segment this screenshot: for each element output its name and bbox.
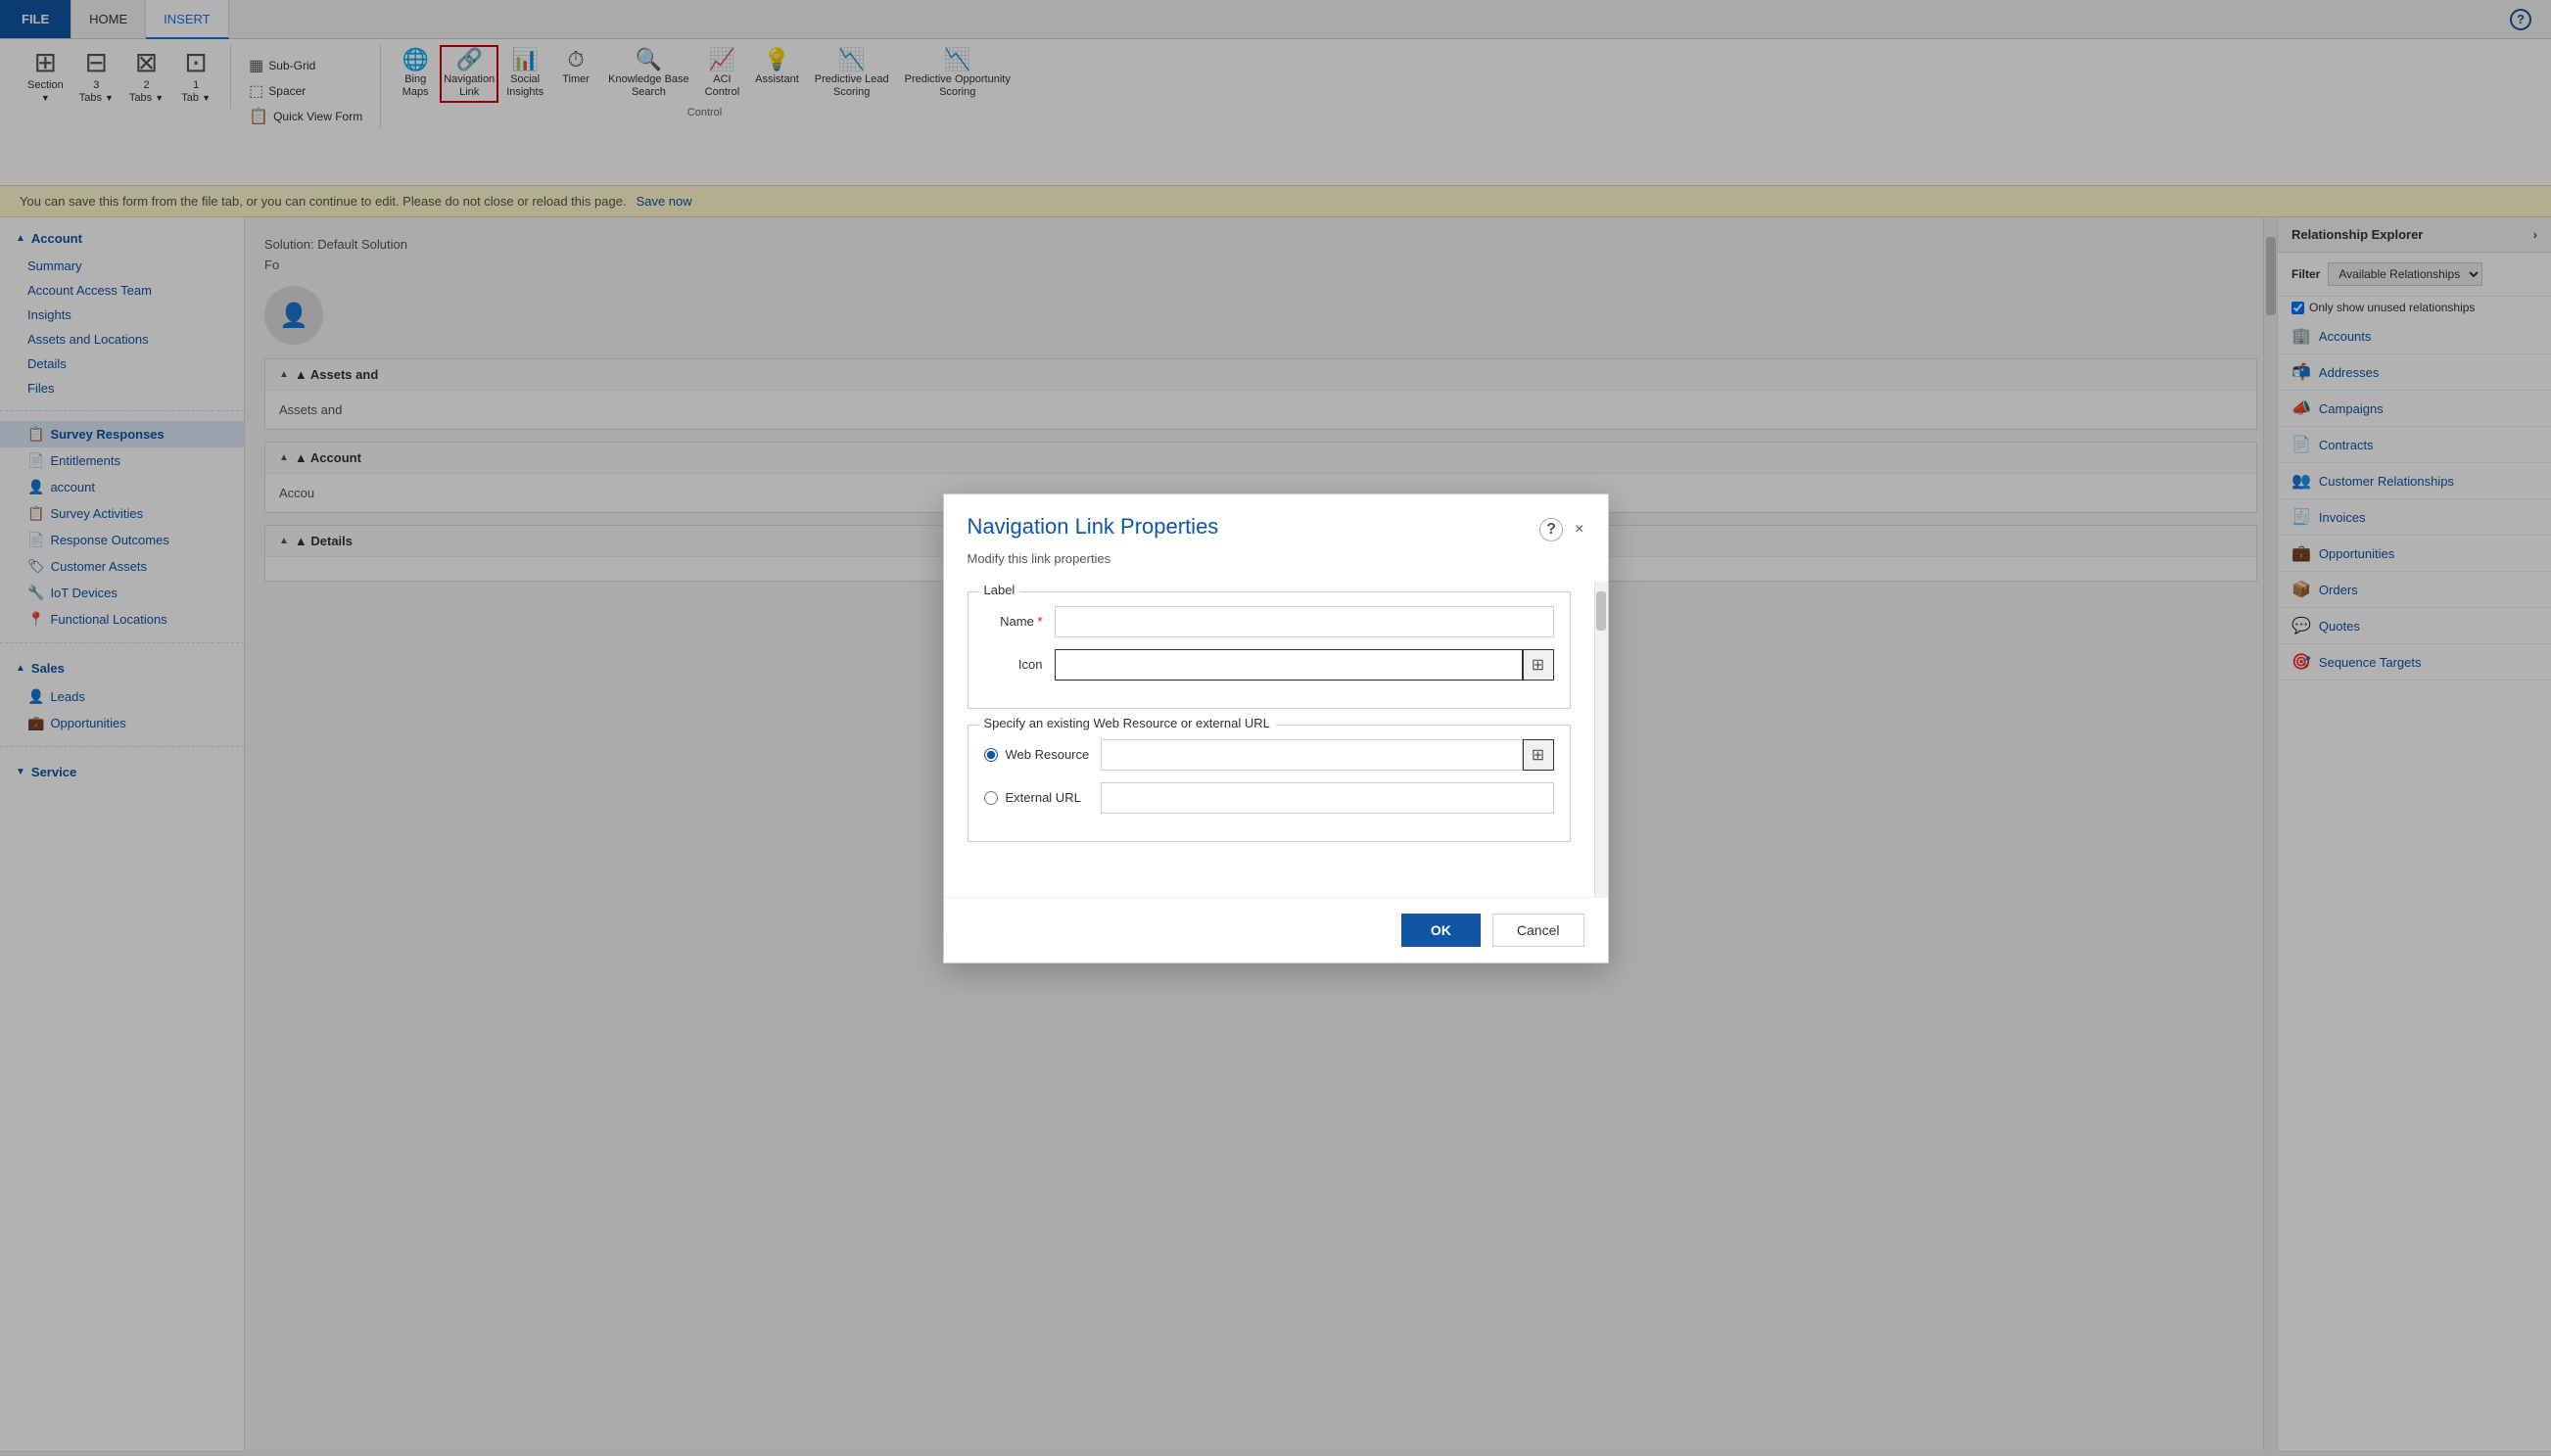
name-label: Name: [984, 614, 1043, 629]
icon-label: Icon: [984, 657, 1043, 672]
modal-overlay: Navigation Link Properties ? × Modify th…: [0, 0, 2551, 1456]
icon-input[interactable]: [1055, 649, 1523, 681]
modal-subtitle: Modify this link properties: [944, 551, 1608, 582]
name-form-row: Name: [984, 606, 1554, 637]
modal-scrollbar[interactable]: [1594, 582, 1608, 897]
modal-header: Navigation Link Properties ? ×: [944, 494, 1608, 551]
modal-footer: OK Cancel: [944, 897, 1608, 963]
modal-title: Navigation Link Properties: [968, 514, 1219, 540]
webresource-label: Web Resource: [1006, 747, 1090, 762]
webresource-input-wrapper: ⊞: [1101, 739, 1553, 771]
modal-help-button[interactable]: ?: [1539, 518, 1563, 541]
modal-close-button[interactable]: ×: [1575, 521, 1583, 539]
label-fieldset: Label Name Icon ⊞: [968, 591, 1571, 709]
modal-body-wrapper: Label Name Icon ⊞ Specify: [944, 582, 1608, 897]
navigation-link-modal: Navigation Link Properties ? × Modify th…: [943, 493, 1609, 963]
externalurl-radio-option: External URL: [984, 790, 1081, 805]
icon-input-wrapper: ⊞: [1055, 649, 1554, 681]
webresource-input[interactable]: [1101, 739, 1522, 771]
webresource-form-row: Web Resource ⊞: [984, 739, 1554, 771]
name-input[interactable]: [1055, 606, 1554, 637]
webresource-browse-button[interactable]: ⊞: [1523, 739, 1554, 771]
ok-button[interactable]: OK: [1401, 914, 1481, 947]
label-fieldset-title: Label: [978, 583, 1021, 597]
url-fieldset: Specify an existing Web Resource or exte…: [968, 725, 1571, 842]
webresource-radio-option: Web Resource: [984, 747, 1090, 762]
url-fieldset-title: Specify an existing Web Resource or exte…: [978, 716, 1276, 730]
cancel-button[interactable]: Cancel: [1492, 914, 1584, 947]
modal-body: Label Name Icon ⊞ Specify: [944, 582, 1594, 897]
modal-header-actions: ? ×: [1539, 518, 1583, 541]
externalurl-form-row: External URL: [984, 782, 1554, 814]
icon-form-row: Icon ⊞: [984, 649, 1554, 681]
externalurl-radio[interactable]: [984, 791, 998, 805]
modal-scrollbar-thumb: [1596, 591, 1606, 631]
webresource-radio[interactable]: [984, 748, 998, 762]
externalurl-input[interactable]: [1101, 782, 1554, 814]
externalurl-label: External URL: [1006, 790, 1081, 805]
icon-browse-button[interactable]: ⊞: [1523, 649, 1554, 681]
